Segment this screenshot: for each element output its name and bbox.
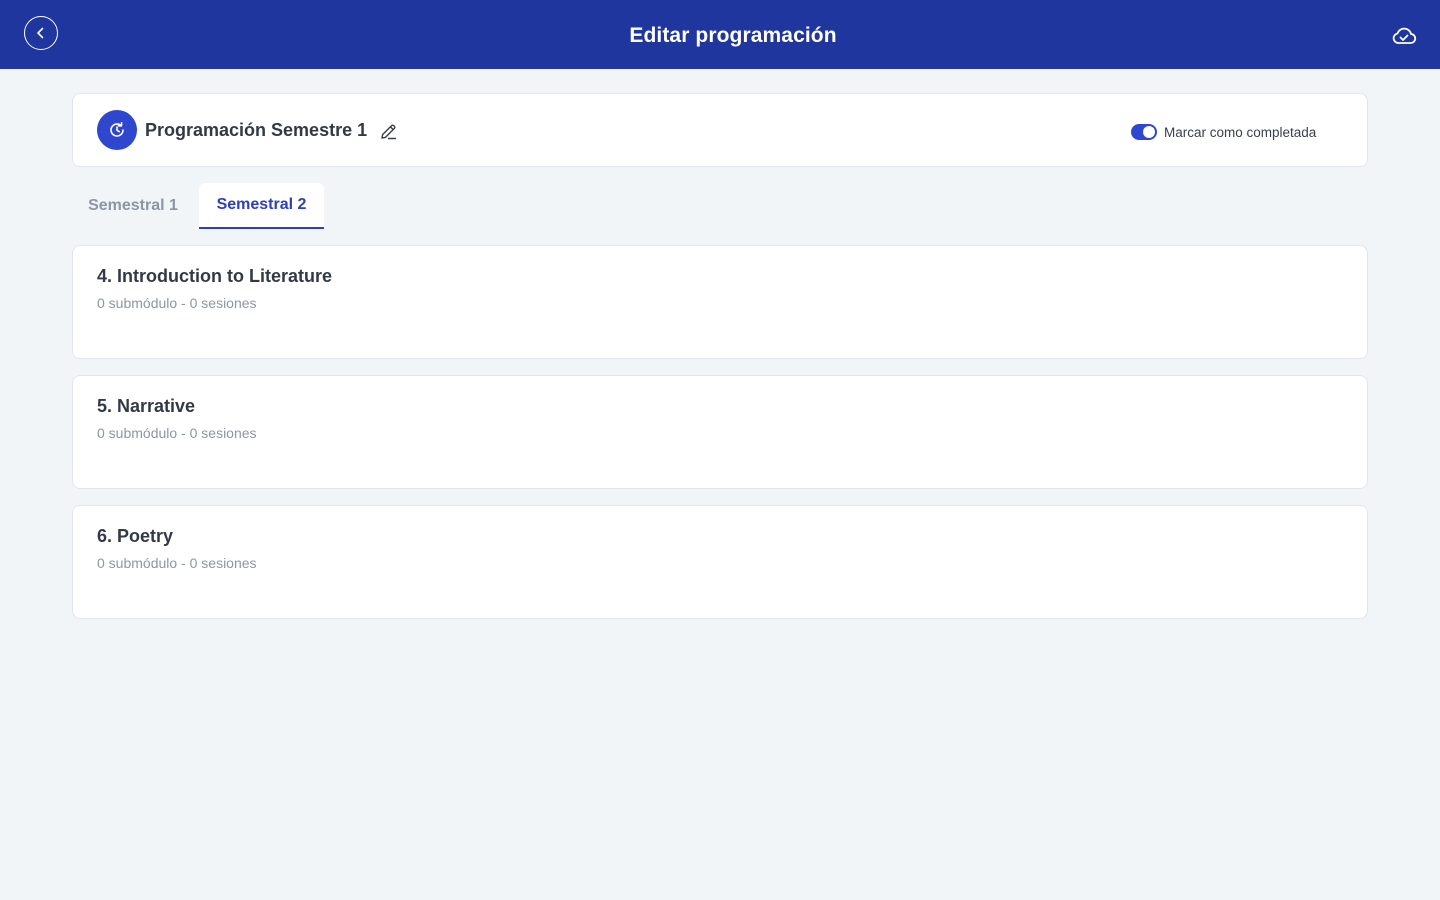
program-title: Programación Semestre 1 xyxy=(145,120,368,140)
toggle-switch[interactable] xyxy=(1131,124,1157,140)
tab-semestral-2[interactable]: Semestral 2 xyxy=(199,183,324,229)
module-meta: 0 submódulo - 0 sesiones xyxy=(97,295,257,311)
page-title: Editar programación xyxy=(629,24,837,47)
cloud-check-icon xyxy=(1392,27,1417,44)
module-card[interactable]: 6. Poetry 0 submódulo - 0 sesiones xyxy=(72,505,1368,619)
pencil-icon xyxy=(380,123,396,139)
toggle-knob xyxy=(1143,126,1155,138)
module-title: 6. Poetry xyxy=(97,526,174,546)
module-title: 4. Introduction to Literature xyxy=(97,266,333,286)
edit-title-button[interactable] xyxy=(378,121,398,141)
mark-complete-toggle[interactable]: Marcar como completada xyxy=(1131,122,1316,142)
module-card[interactable]: 4. Introduction to Literature 0 submódul… xyxy=(72,245,1368,359)
program-icon xyxy=(97,110,137,150)
module-meta: 0 submódulo - 0 sesiones xyxy=(97,425,257,441)
refresh-clock-icon xyxy=(110,122,124,137)
toggle-label: Marcar como completada xyxy=(1164,124,1317,140)
cloud-sync-button[interactable] xyxy=(1390,24,1418,48)
tab-semestral-1[interactable]: Semestral 1 xyxy=(72,183,194,229)
module-card[interactable]: 5. Narrative 0 submódulo - 0 sesiones xyxy=(72,375,1368,489)
program-header-card: Programación Semestre 1 Marcar como comp… xyxy=(72,93,1368,167)
top-bar: Editar programación xyxy=(0,0,1440,69)
module-meta: 0 submódulo - 0 sesiones xyxy=(97,555,257,571)
module-title: 5. Narrative xyxy=(97,396,196,416)
